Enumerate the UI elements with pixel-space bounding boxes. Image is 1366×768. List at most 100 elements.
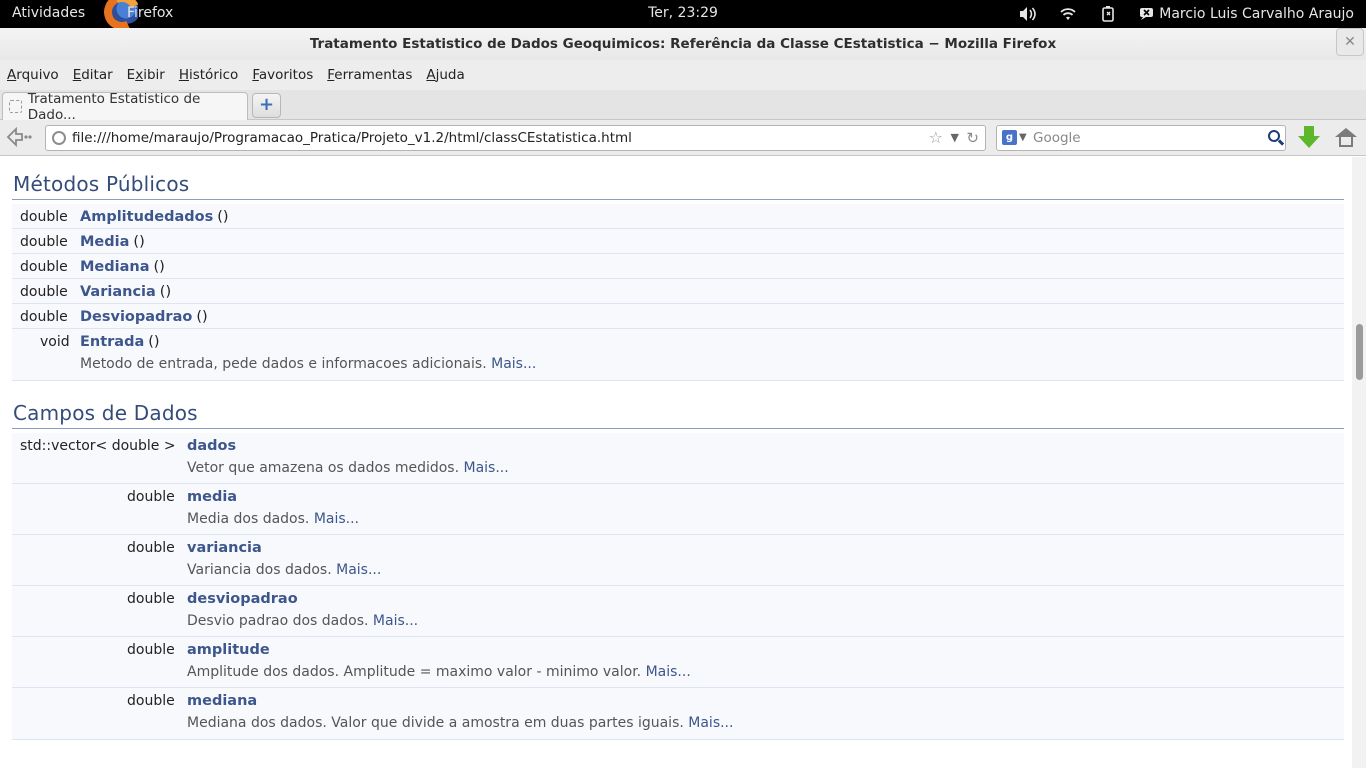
back-arrow-icon — [6, 126, 32, 148]
close-icon: ✕ — [1344, 34, 1356, 50]
more-link[interactable]: Mais... — [491, 356, 536, 372]
chevron-down-icon[interactable]: ▼ — [951, 126, 959, 150]
method-link[interactable]: Media() — [80, 234, 145, 250]
field-row: double media Media dos dados. Mais... — [12, 484, 1344, 535]
reload-icon[interactable]: ↻ — [966, 126, 979, 150]
return-type: double — [20, 209, 68, 225]
field-row: std::vector< double > dados Vetor que am… — [12, 433, 1344, 484]
field-description: Amplitude dos dados. Amplitude = maximo … — [187, 664, 691, 680]
field-description: Variancia dos dados. Mais... — [187, 562, 382, 578]
page-favicon-icon — [9, 100, 22, 113]
field-link[interactable]: mediana — [187, 693, 257, 709]
menu-editar[interactable]: Editar — [73, 67, 113, 83]
return-type: void — [40, 334, 70, 350]
star-icon[interactable]: ☆ — [929, 126, 943, 150]
system-tray: Marcio Luis Carvalho Araujo — [1019, 0, 1354, 28]
window-title: Tratamento Estatistico de Dados Geoquimi… — [309, 36, 1057, 52]
field-description: Mediana dos dados. Valor que divide a am… — [187, 715, 734, 731]
field-link[interactable]: variancia — [187, 540, 262, 556]
method-description: Metodo de entrada, pede dados e informac… — [80, 356, 537, 372]
menu-exibir[interactable]: Exibir — [127, 67, 165, 83]
vertical-scrollbar[interactable] — [1352, 157, 1366, 768]
return-type: double — [20, 259, 68, 275]
heading-divider — [12, 199, 1344, 200]
tab-current[interactable]: Tratamento Estatistico de Dado... — [2, 90, 248, 123]
plus-icon: + — [258, 94, 275, 115]
back-button[interactable] — [6, 126, 34, 150]
home-icon[interactable] — [1335, 128, 1357, 148]
app-name: Firefox — [127, 5, 174, 21]
method-row: double Media() — [12, 229, 1344, 254]
search-engine-dropdown-icon[interactable]: ▼ — [1019, 126, 1027, 150]
download-arrow-icon[interactable] — [1298, 126, 1320, 150]
field-row: double variancia Variancia dos dados. Ma… — [12, 535, 1344, 586]
user-name: Marcio Luis Carvalho Araujo — [1159, 6, 1354, 22]
method-row: double Mediana() — [12, 254, 1344, 279]
method-link[interactable]: Variancia() — [80, 284, 171, 300]
method-link[interactable]: Amplitudedados() — [80, 209, 229, 225]
volume-icon[interactable] — [1019, 6, 1037, 22]
url-bar[interactable]: file:///home/maraujo/Programacao_Pratica… — [45, 125, 986, 151]
window-title-bar: Tratamento Estatistico de Dados Geoquimi… — [0, 28, 1366, 60]
gnome-top-bar: Atividades Firefox Ter, 23:29 Marcio Lui… — [0, 0, 1366, 28]
field-description: Vetor que amazena os dados medidos. Mais… — [187, 460, 509, 476]
field-link[interactable]: desviopadrao — [187, 591, 298, 607]
close-window-button[interactable]: ✕ — [1336, 28, 1364, 56]
field-link[interactable]: dados — [187, 438, 236, 454]
field-type: double — [127, 489, 175, 505]
activities-button[interactable]: Atividades — [12, 5, 85, 21]
field-description: Desvio padrao dos dados. Mais... — [187, 613, 419, 629]
menu-arquivo[interactable]: Arquivo — [7, 67, 59, 83]
more-link[interactable]: Mais... — [646, 664, 691, 680]
field-type: double — [127, 693, 175, 709]
field-row: double desviopadrao Desvio padrao dos da… — [12, 586, 1344, 637]
method-link[interactable]: Entrada() — [80, 334, 160, 350]
menu-historico[interactable]: Histórico — [179, 67, 238, 83]
tab-strip: Tratamento Estatistico de Dado... + — [0, 90, 1366, 123]
method-row: double Desviopadrao() — [12, 304, 1344, 329]
page-content: Métodos Públicos double Amplitudedados()… — [0, 157, 1352, 768]
site-identity-icon[interactable] — [52, 131, 66, 145]
return-type: double — [20, 309, 68, 325]
menu-ferramentas[interactable]: Ferramentas — [327, 67, 412, 83]
field-type: double — [127, 591, 175, 607]
scrollbar-thumb[interactable] — [1356, 324, 1363, 380]
search-placeholder: Google — [1033, 130, 1081, 146]
menu-favoritos[interactable]: Favoritos — [252, 67, 313, 83]
app-menu-firefox[interactable]: Firefox — [104, 0, 173, 28]
search-bar[interactable]: g ▼ Google — [996, 125, 1286, 151]
menu-ajuda[interactable]: Ajuda — [426, 67, 464, 83]
field-row: double mediana Mediana dos dados. Valor … — [12, 688, 1344, 740]
return-type: double — [20, 234, 68, 250]
field-row: double amplitude Amplitude dos dados. Am… — [12, 637, 1344, 688]
method-link[interactable]: Desviopadrao() — [80, 309, 208, 325]
more-link[interactable]: Mais... — [336, 562, 381, 578]
more-link[interactable]: Mais... — [688, 715, 733, 731]
field-link[interactable]: amplitude — [187, 642, 270, 658]
more-link[interactable]: Mais... — [314, 511, 359, 527]
magnifier-icon[interactable] — [1268, 130, 1280, 142]
field-type: std::vector< double > — [20, 438, 176, 454]
user-menu[interactable]: Marcio Luis Carvalho Araujo — [1139, 6, 1354, 22]
new-tab-button[interactable]: + — [252, 93, 281, 118]
wifi-icon[interactable] — [1059, 6, 1077, 22]
method-row: double Variancia() — [12, 279, 1344, 304]
heading-divider — [12, 428, 1344, 429]
url-text: file:///home/maraujo/Programacao_Pratica… — [72, 130, 632, 146]
tab-title: Tratamento Estatistico de Dado... — [27, 90, 201, 123]
chat-status-icon — [1140, 8, 1154, 20]
more-link[interactable]: Mais... — [373, 613, 418, 629]
battery-icon[interactable] — [1099, 6, 1117, 22]
data-fields-heading: Campos de Dados — [13, 401, 198, 425]
more-link[interactable]: Mais... — [464, 460, 509, 476]
method-row: double Amplitudedados() — [12, 204, 1344, 229]
field-link[interactable]: media — [187, 489, 237, 505]
navigation-toolbar: file:///home/maraujo/Programacao_Pratica… — [0, 120, 1366, 156]
public-methods-heading: Métodos Públicos — [13, 172, 190, 196]
field-type: double — [127, 540, 175, 556]
field-type: double — [127, 642, 175, 658]
field-description: Media dos dados. Mais... — [187, 511, 360, 527]
method-link[interactable]: Mediana() — [80, 259, 165, 275]
method-row: void Entrada() Metodo de entrada, pede d… — [12, 329, 1344, 381]
google-icon[interactable]: g — [1002, 130, 1017, 145]
